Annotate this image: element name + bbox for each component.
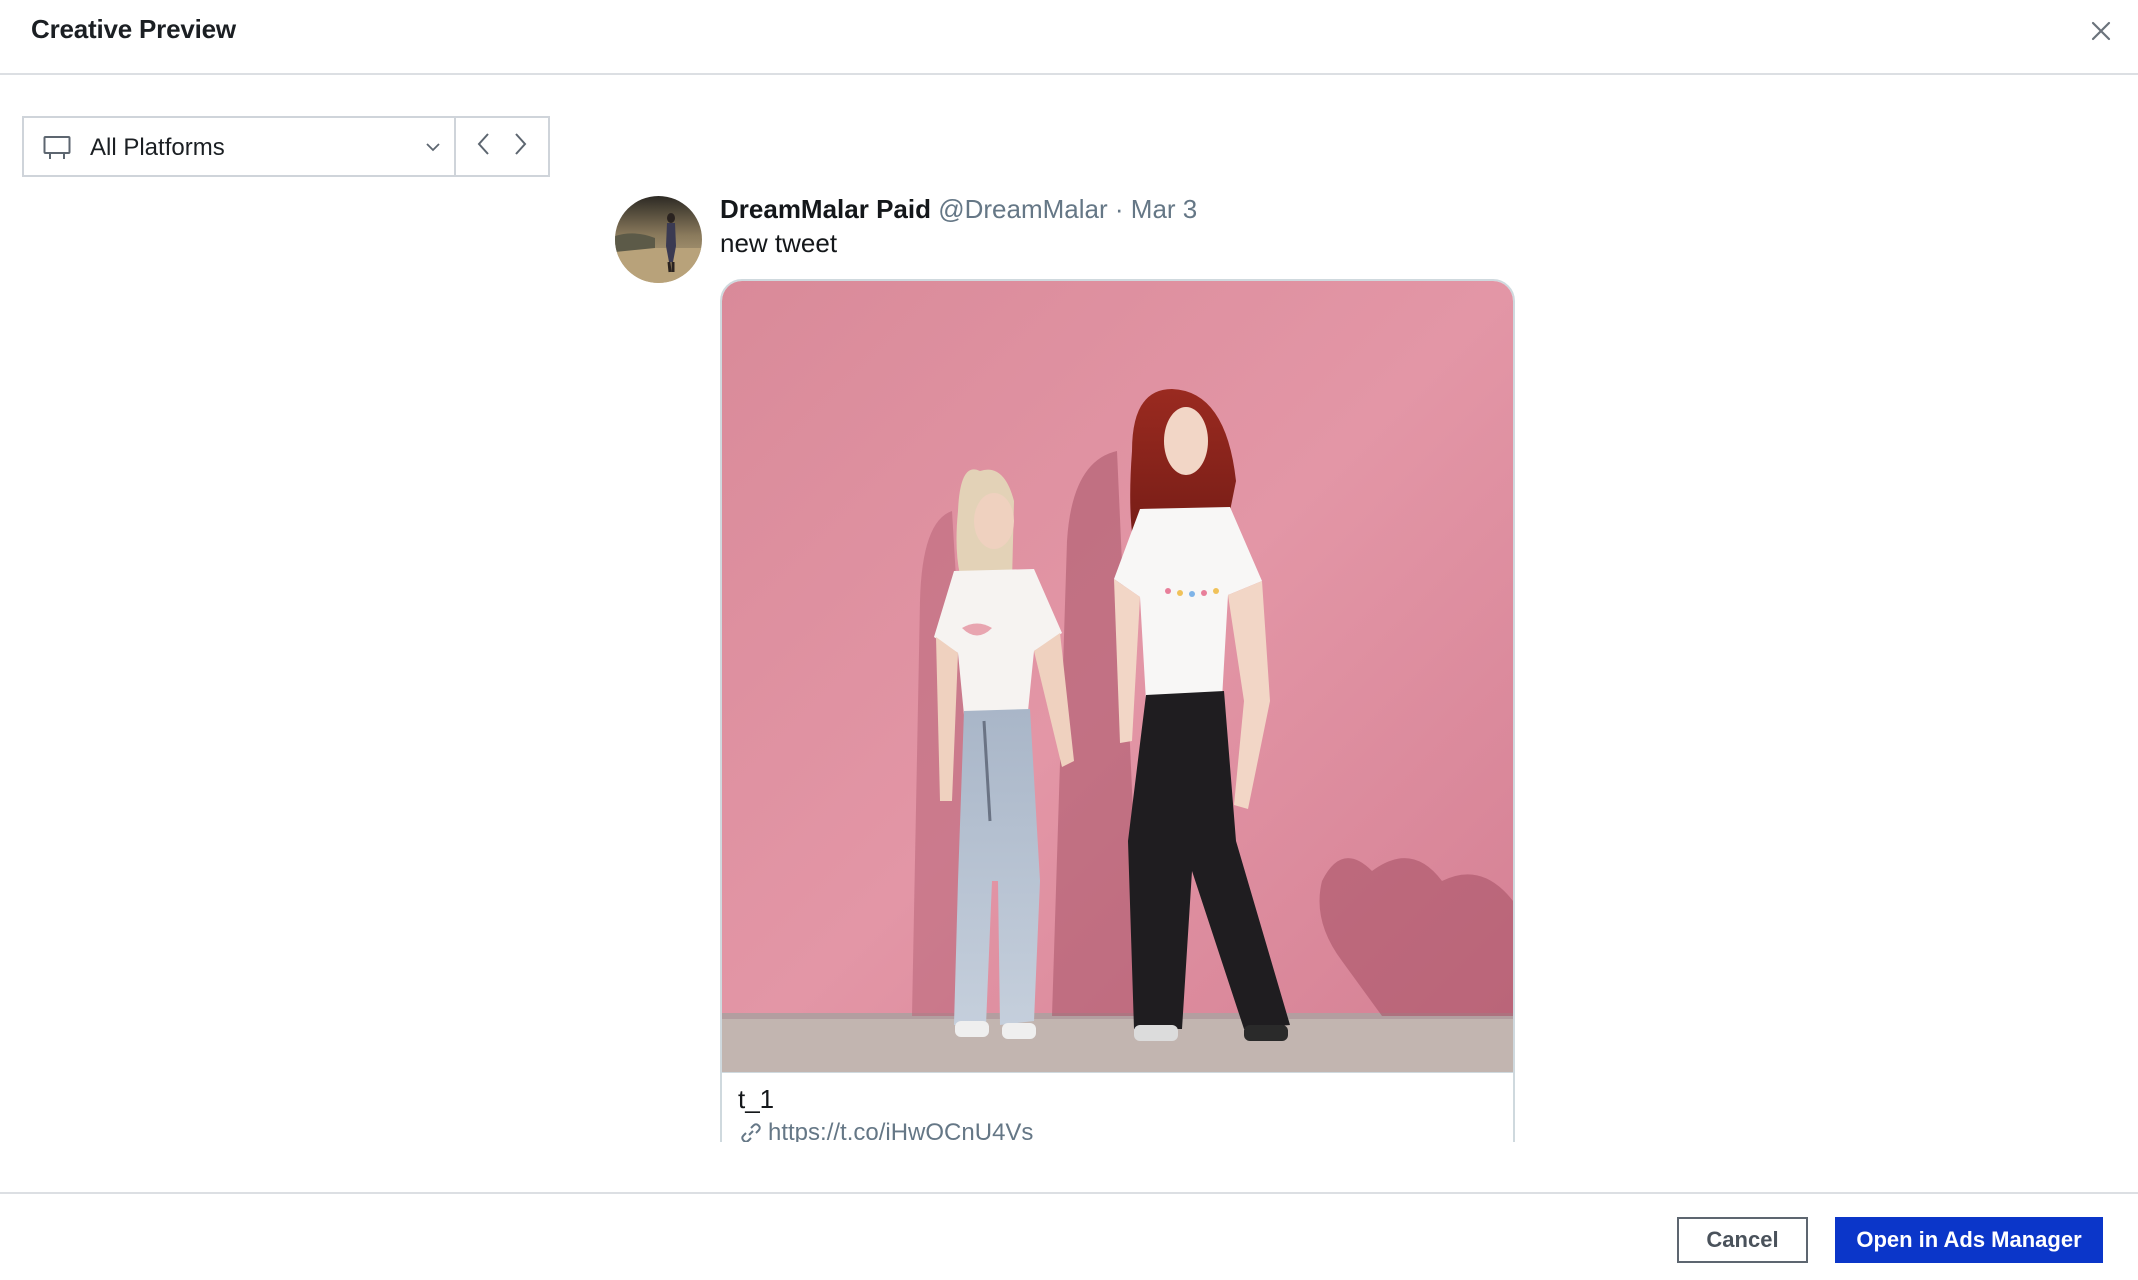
link-icon [740,1122,762,1142]
tweet-preview: DreamMalar Paid @DreamMalar · Mar 3 new … [615,194,1515,1142]
card-url[interactable]: https://t.co/iHwOCnU4Vs [768,1119,1033,1142]
platform-value: All Platforms [90,134,225,161]
tweet-card[interactable]: t_1 https://t.co/iHwOCnU4Vs [720,279,1515,1142]
tweet-header: DreamMalar Paid @DreamMalar · Mar 3 [720,194,1197,225]
pager-controls [454,116,550,177]
modal-title: Creative Preview [31,14,236,44]
previous-button[interactable] [471,132,497,162]
close-icon[interactable] [2086,16,2116,46]
user-handle[interactable]: @DreamMalar [938,194,1107,224]
card-link[interactable]: https://t.co/iHwOCnU4Vs [740,1119,1033,1142]
monitor-icon [42,133,72,163]
card-divider [722,1072,1513,1073]
header-separator: · [1114,194,1124,224]
avatar [615,196,702,283]
cancel-button[interactable]: Cancel [1677,1217,1808,1263]
platform-dropdown[interactable]: All Platforms [22,116,454,177]
tweet-date[interactable]: Mar 3 [1131,194,1197,224]
chevron-right-icon [510,131,530,162]
chevron-left-icon [474,131,494,162]
open-in-ads-manager-button[interactable]: Open in Ads Manager [1835,1217,2103,1263]
modal-header: Creative Preview [0,0,2138,75]
display-name[interactable]: DreamMalar Paid [720,194,931,224]
preview-toolbar: All Platforms [22,116,550,177]
card-title: t_1 [738,1084,775,1114]
chevron-down-icon [424,138,442,156]
tweet-text: new tweet [720,228,838,258]
modal-footer: Cancel Open in Ads Manager [0,1192,2138,1280]
card-image [722,281,1513,1072]
next-button[interactable] [507,132,533,162]
